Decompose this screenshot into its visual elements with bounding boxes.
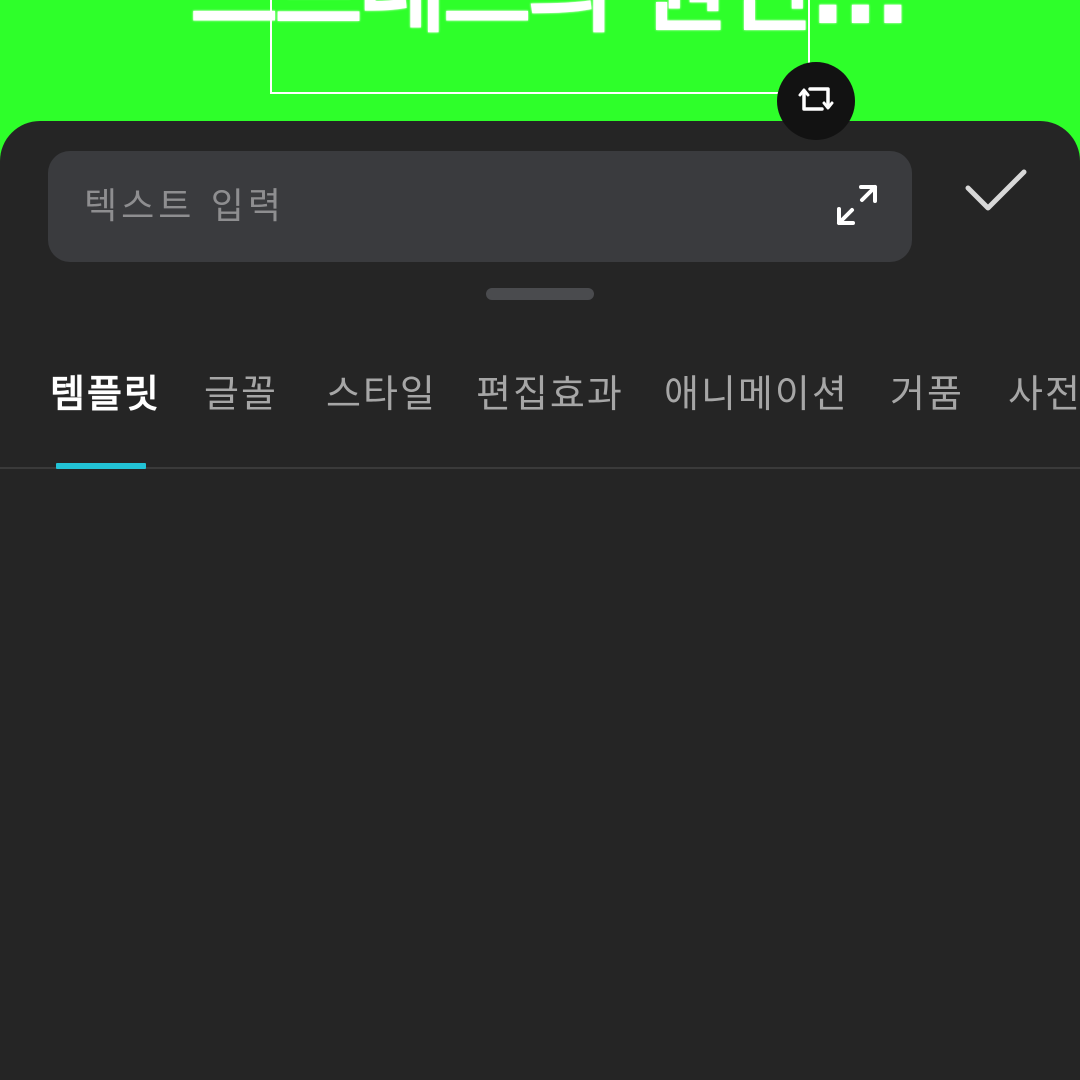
video-canvas-preview[interactable]: 스트레스의 원인... (0, 0, 1080, 130)
tab-animation[interactable]: 애니메이션 (664, 369, 849, 419)
transform-handle-button[interactable] (777, 62, 855, 140)
editor-tabs: 템플릿 글꼴 스타일 편집효과 애니메이션 거품 사전 (0, 351, 1080, 469)
panel-drag-handle[interactable] (486, 288, 594, 300)
text-input-container[interactable] (48, 151, 912, 262)
text-input[interactable] (84, 151, 824, 262)
rotate-flip-icon (796, 79, 836, 123)
template-content-area (0, 471, 1080, 1080)
confirm-button[interactable] (958, 161, 1034, 223)
expand-input-button[interactable] (832, 182, 882, 232)
tab-style[interactable]: 스타일 (326, 369, 437, 419)
expand-arrows-icon (835, 183, 879, 231)
checkmark-icon (964, 166, 1028, 218)
active-tab-indicator (56, 463, 146, 469)
text-selection-box[interactable] (270, 0, 810, 94)
tab-dictionary[interactable]: 사전 (1008, 369, 1080, 419)
tab-font[interactable]: 글꼴 (204, 369, 278, 419)
text-editor-panel: 템플릿 글꼴 스타일 편집효과 애니메이션 거품 사전 (0, 121, 1080, 1080)
tab-template[interactable]: 템플릿 (50, 369, 161, 419)
tab-bubble[interactable]: 거품 (890, 369, 964, 419)
tab-edit-effects[interactable]: 편집효과 (476, 369, 624, 419)
